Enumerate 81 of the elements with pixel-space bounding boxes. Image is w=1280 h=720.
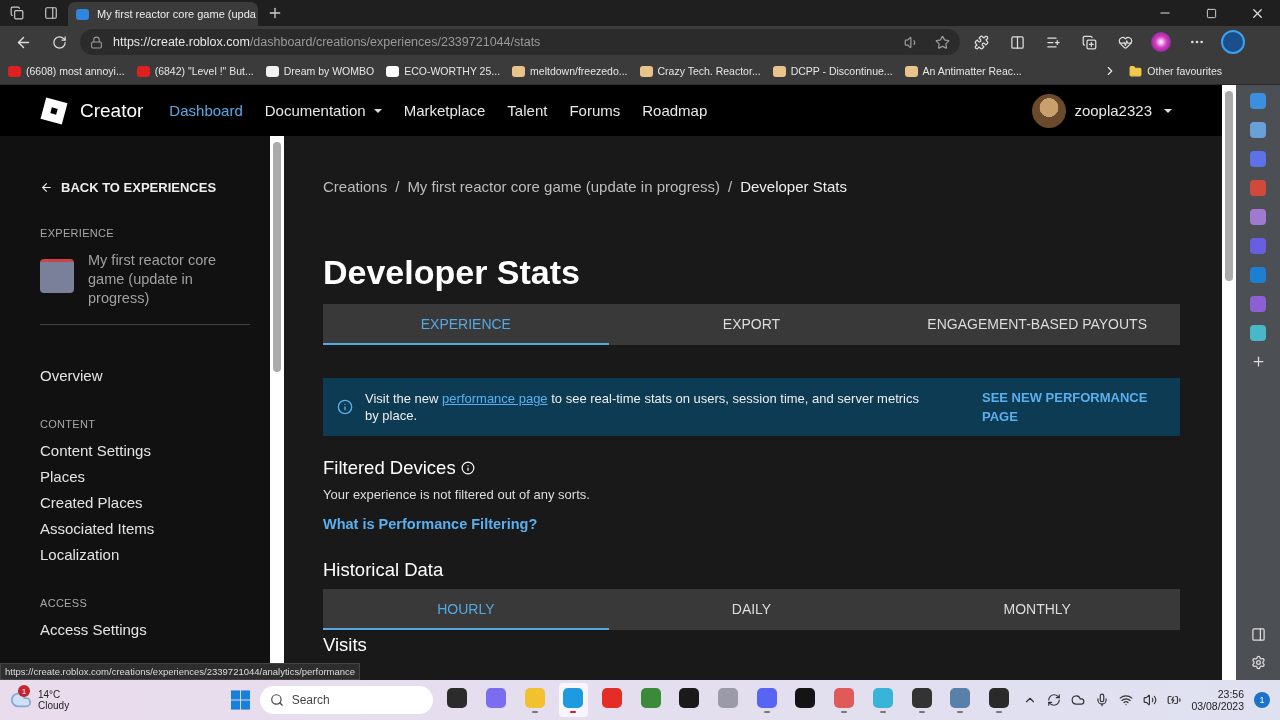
tab[interactable]: DAILY — [608, 589, 895, 630]
description: Your experience is not filtered out of any sorts. — [323, 487, 591, 502]
experience-thumbnail — [40, 259, 74, 293]
sync-icon[interactable] — [1047, 693, 1062, 707]
breadcrumb[interactable]: Creations — [323, 178, 388, 195]
search-field[interactable]: Search — [259, 686, 433, 714]
clock[interactable]: 23:56 03/08/2023 — [1191, 688, 1244, 712]
section-title: Visits — [323, 634, 367, 656]
arrow-icon — [40, 181, 53, 194]
breadcrumb[interactable]: My first reactor core game (update in progress) — [407, 178, 720, 195]
username[interactable]: zoopla2323 — [1074, 102, 1152, 119]
bookmark[interactable]: meltdown/freezedo... — [512, 65, 628, 77]
bookmark[interactable]: (6608) most annoyi... — [8, 65, 125, 77]
tab[interactable]: HOURLY — [323, 589, 609, 630]
page-title: Developer Stats — [323, 253, 581, 292]
bookmark[interactable]: DCPP - Discontinue... — [772, 65, 893, 77]
address-field[interactable]: https://create.roblox.com/dashboard/creations/experiences/2339721044/stats — [80, 29, 960, 55]
sidebar-item[interactable]: Access Settings — [40, 621, 250, 638]
bookmark-folder[interactable]: Other favourites — [1129, 64, 1222, 78]
bookmark[interactable]: Dream by WOMBO — [265, 65, 375, 77]
sidebar-item[interactable]: Localization — [40, 546, 250, 563]
back-link[interactable]: BACK TO EXPERIENCES — [40, 180, 250, 195]
url-tooltip: https://create.roblox.com/creations/experiences/2339721044/analytics/performance — [0, 663, 361, 680]
section-title: Filtered Devices — [323, 457, 456, 479]
tab-title: My first reactor core game (upda — [97, 8, 256, 20]
tab[interactable]: EXPORT — [608, 304, 895, 345]
add-icon[interactable] — [1250, 354, 1266, 369]
experience-name: My first reactor core game (update in progress) — [88, 251, 218, 308]
nav-link[interactable]: Marketplace — [403, 102, 486, 119]
folder-icon — [1129, 64, 1143, 78]
tab[interactable]: ENGAGEMENT-BASED PAYOUTS — [894, 304, 1180, 345]
avatar — [1032, 93, 1067, 128]
section-title: Historical Data — [323, 559, 444, 581]
section-heading: CONTENT — [40, 418, 97, 430]
banner-text: Visit the new performance page to see real-time stats on users, session time, and server metrics by place. — [365, 390, 920, 424]
temperature: 14°C — [38, 689, 62, 700]
notification-badge: 1 — [18, 685, 30, 697]
start-icon[interactable] — [230, 690, 250, 710]
caret-icon[interactable] — [1164, 108, 1172, 113]
cloud-icon[interactable] — [1071, 693, 1086, 707]
info-icon[interactable] — [460, 461, 475, 475]
sidebar-item[interactable]: Content Settings — [40, 442, 250, 459]
tab[interactable]: MONTHLY — [894, 589, 1180, 630]
nav-link[interactable]: Forums — [569, 102, 621, 119]
breadcrumb[interactable]: Developer Stats — [740, 178, 847, 195]
sidebar-item[interactable]: Associated Items — [40, 520, 250, 537]
settings-icon[interactable] — [1250, 655, 1266, 670]
link[interactable]: performance page — [442, 391, 548, 406]
wifi-icon[interactable] — [1119, 693, 1134, 707]
breadcrumb-separator: / — [395, 178, 400, 195]
nav-link[interactable]: Talent — [507, 102, 548, 119]
weather-condition: Cloudy — [38, 700, 70, 711]
link[interactable]: What is Performance Filtering? — [323, 516, 538, 532]
section-heading: EXPERIENCE — [40, 227, 115, 239]
site-icon — [76, 8, 89, 20]
bookmark[interactable]: ECO-WORTHY 25... — [386, 65, 501, 77]
nav-link[interactable]: Dashboard — [169, 102, 243, 119]
bookmark[interactable]: An Antimatter Reac... — [904, 65, 1022, 77]
microphone-icon[interactable] — [1095, 693, 1110, 707]
volume-icon[interactable] — [1143, 693, 1158, 707]
info-icon — [337, 399, 353, 415]
nav-link[interactable]: Documentation — [264, 102, 382, 119]
bookmark[interactable]: Crazy Tech. Reactor... — [639, 65, 761, 77]
sidebar-item[interactable]: Created Places — [40, 494, 250, 511]
tab[interactable]: EXPERIENCE — [323, 304, 609, 345]
lock-icon[interactable] — [90, 35, 103, 49]
performance-page-button[interactable]: SEE NEW PERFORMANCE PAGE — [976, 387, 1166, 427]
star-icon[interactable] — [935, 34, 950, 50]
search-icon — [269, 693, 284, 707]
scrollbar[interactable] — [1222, 85, 1236, 680]
sidebar-item[interactable]: Overview — [40, 367, 250, 384]
sidebar-item[interactable]: Places — [40, 468, 250, 485]
bookmark[interactable]: (6842) "Level !" But... — [136, 65, 254, 77]
browser-tab[interactable]: My first reactor core game (upda — [68, 2, 258, 26]
section-heading: ACCESS — [40, 597, 89, 609]
notification-badge[interactable]: 1 — [1254, 692, 1270, 708]
panel-icon[interactable] — [1250, 627, 1266, 642]
brand-name: Creator — [80, 99, 144, 122]
battery-icon[interactable] — [1167, 693, 1182, 707]
breadcrumb-separator: / — [728, 178, 733, 195]
nav-link[interactable]: Roadmap — [642, 102, 708, 119]
